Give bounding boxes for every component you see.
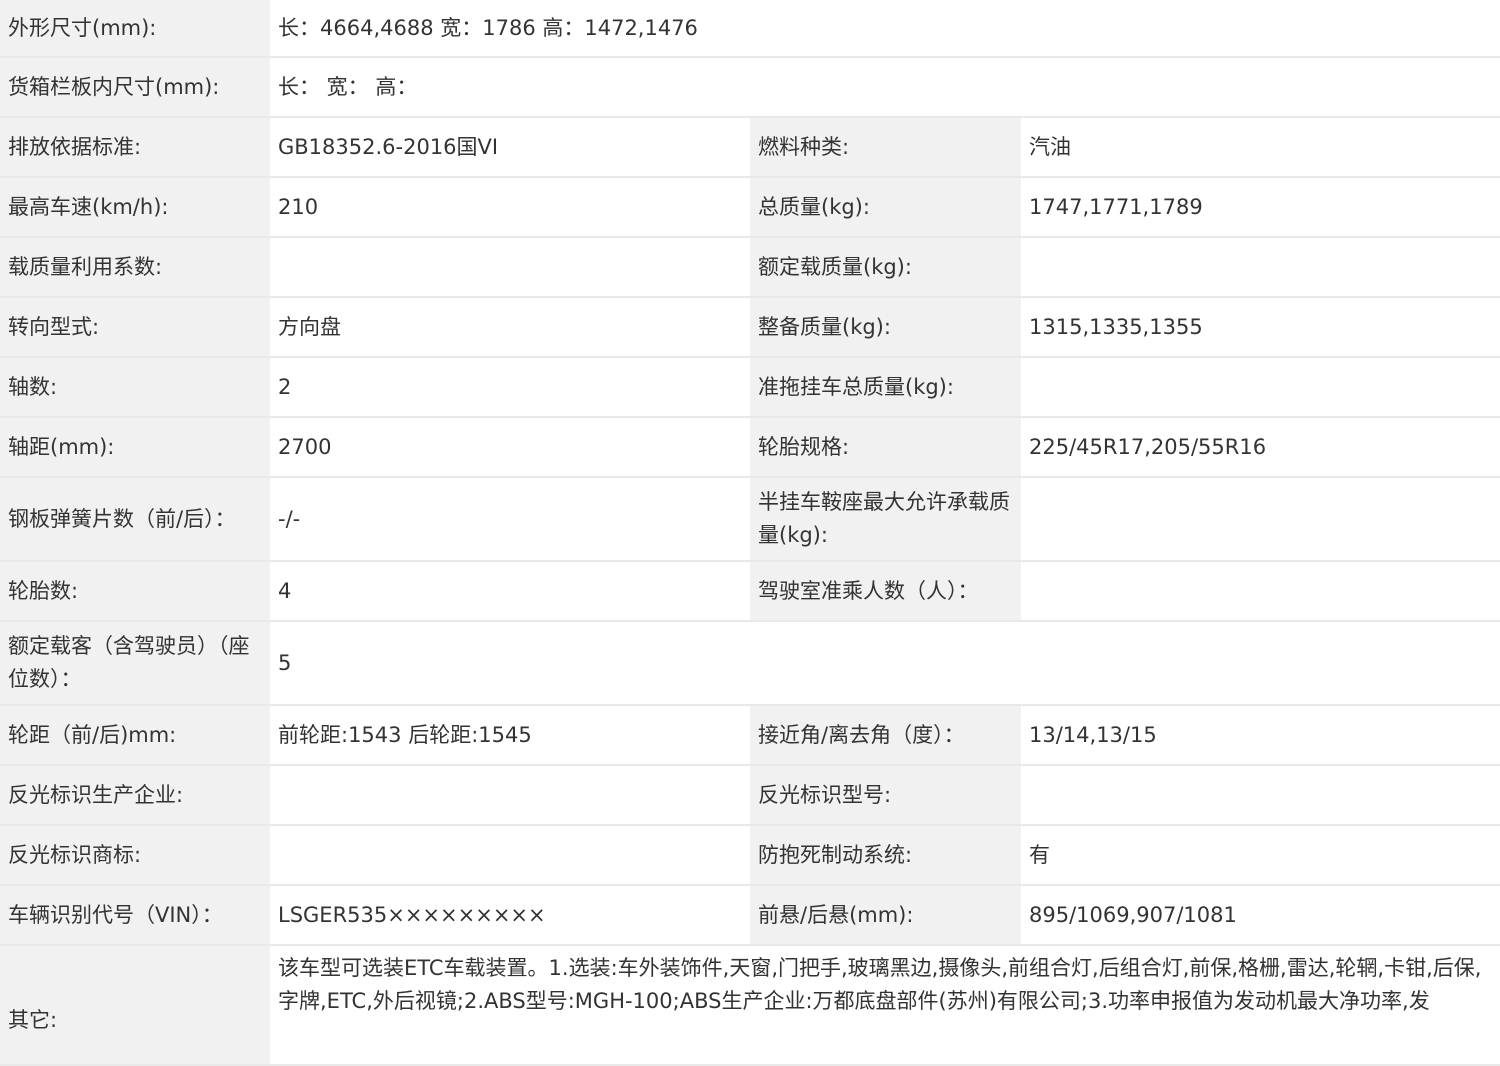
spec-table: 外形尺寸(mm): 长：4664,4688 宽：1786 高：1472,1476… <box>0 0 1500 1066</box>
value-reflector-maker <box>270 766 750 826</box>
label-track-width: 轮距（前/后)mm: <box>0 706 270 766</box>
label-vin: 车辆识别代号（VIN）： <box>0 886 270 946</box>
value-tire-spec: 225/45R17,205/55R16 <box>1021 418 1500 478</box>
label-fifth-wheel-capacity: 半挂车鞍座最大允许承载质量(kg): <box>750 478 1021 562</box>
label-cab-occupancy: 驾驶室准乘人数（人）： <box>750 562 1021 622</box>
label-overall-dimensions: 外形尺寸(mm): <box>0 0 270 58</box>
label-leaf-spring-count: 钢板弹簧片数（前/后）： <box>0 478 270 562</box>
label-cargo-box-dimensions: 货箱栏板内尺寸(mm): <box>0 58 270 118</box>
value-emission-standard: GB18352.6-2016国VI <box>270 118 750 178</box>
value-overhang: 895/1069,907/1081 <box>1021 886 1500 946</box>
value-trailer-mass <box>1021 358 1500 418</box>
value-curb-mass: 1315,1335,1355 <box>1021 298 1500 358</box>
value-axle-count: 2 <box>270 358 750 418</box>
label-wheelbase: 轴距(mm): <box>0 418 270 478</box>
label-tire-spec: 轮胎规格: <box>750 418 1021 478</box>
value-leaf-spring-count: -/- <box>270 478 750 562</box>
value-fifth-wheel-capacity <box>1021 478 1500 562</box>
label-other: 其它: <box>0 946 270 1066</box>
label-fuel-type: 燃料种类: <box>750 118 1021 178</box>
label-reflector-brand: 反光标识商标: <box>0 826 270 886</box>
value-abs-system: 有 <box>1021 826 1500 886</box>
value-overall-dimensions: 长：4664,4688 宽：1786 高：1472,1476 <box>270 0 1500 58</box>
value-rated-passengers: 5 <box>270 622 1500 706</box>
value-tire-count: 4 <box>270 562 750 622</box>
label-axle-count: 轴数: <box>0 358 270 418</box>
label-total-mass: 总质量(kg): <box>750 178 1021 238</box>
label-rated-load: 额定载质量(kg): <box>750 238 1021 298</box>
value-cargo-box-dimensions: 长： 宽： 高： <box>270 58 1500 118</box>
value-total-mass: 1747,1771,1789 <box>1021 178 1500 238</box>
value-max-speed: 210 <box>270 178 750 238</box>
value-reflector-model <box>1021 766 1500 826</box>
value-steering-type: 方向盘 <box>270 298 750 358</box>
label-reflector-maker: 反光标识生产企业: <box>0 766 270 826</box>
label-tire-count: 轮胎数: <box>0 562 270 622</box>
value-rated-load <box>1021 238 1500 298</box>
label-overhang: 前悬/后悬(mm): <box>750 886 1021 946</box>
label-load-utilization: 载质量利用系数: <box>0 238 270 298</box>
label-approach-departure-angle: 接近角/离去角（度）： <box>750 706 1021 766</box>
label-rated-passengers: 额定载客（含驾驶员）（座位数）： <box>0 622 270 706</box>
label-emission-standard: 排放依据标准: <box>0 118 270 178</box>
value-fuel-type: 汽油 <box>1021 118 1500 178</box>
value-reflector-brand <box>270 826 750 886</box>
value-other: 该车型可选装ETC车载装置。1.选装:车外装饰件,天窗,门把手,玻璃黑边,摄像头… <box>270 946 1500 1066</box>
label-steering-type: 转向型式: <box>0 298 270 358</box>
label-reflector-model: 反光标识型号: <box>750 766 1021 826</box>
value-load-utilization <box>270 238 750 298</box>
value-cab-occupancy <box>1021 562 1500 622</box>
value-track-width: 前轮距:1543 后轮距:1545 <box>270 706 750 766</box>
label-abs-system: 防抱死制动系统: <box>750 826 1021 886</box>
value-wheelbase: 2700 <box>270 418 750 478</box>
value-vin: LSGER535××××××××× <box>270 886 750 946</box>
value-approach-departure-angle: 13/14,13/15 <box>1021 706 1500 766</box>
label-trailer-mass: 准拖挂车总质量(kg): <box>750 358 1021 418</box>
label-max-speed: 最高车速(km/h): <box>0 178 270 238</box>
label-curb-mass: 整备质量(kg): <box>750 298 1021 358</box>
